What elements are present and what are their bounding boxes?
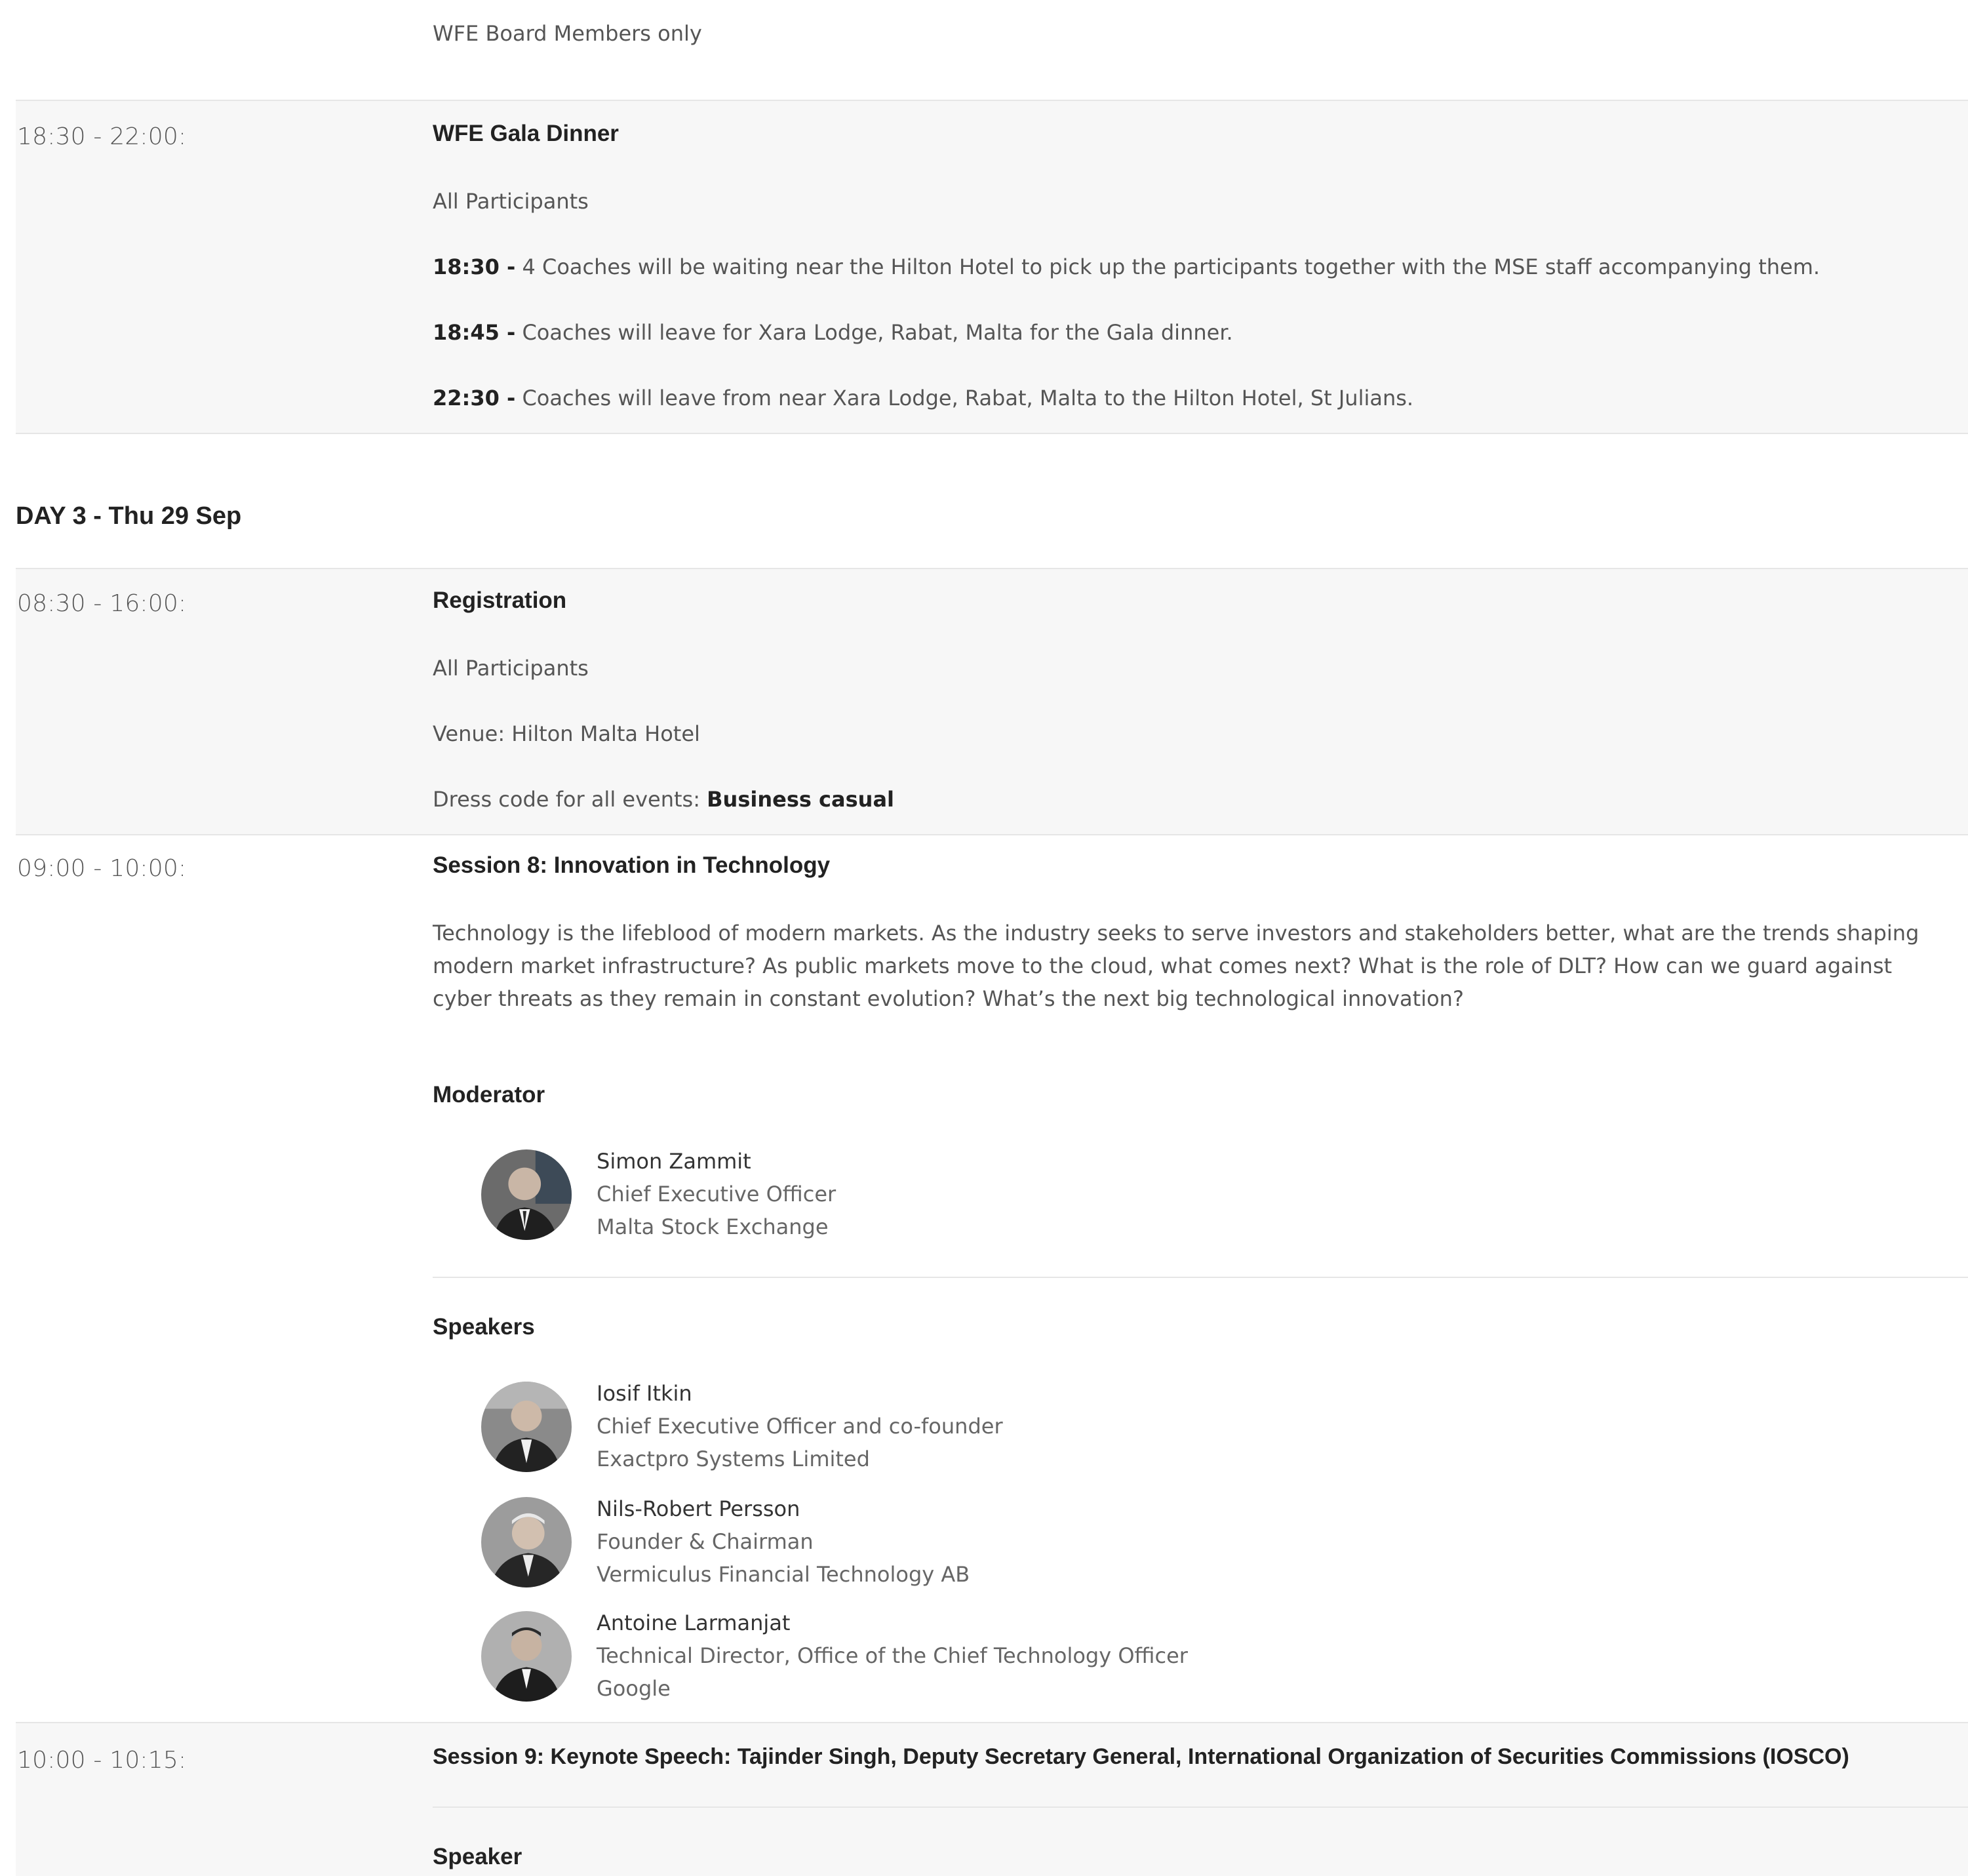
person-role: Founder & Chairman <box>597 1529 814 1554</box>
person-organization: Malta Stock Exchange <box>597 1214 829 1239</box>
moderator-label: Moderator <box>433 1082 545 1108</box>
speaker-card: Antoine Larmanjat Technical Director, Of… <box>597 1607 1188 1705</box>
avatar <box>481 1611 572 1702</box>
person-name: Antoine Larmanjat <box>597 1610 791 1635</box>
schedule-item: 18:30 - 4 Coaches will be waiting near t… <box>433 254 1820 279</box>
avatar <box>481 1497 572 1587</box>
divider <box>433 1277 1968 1278</box>
schedule-item: 18:45 - Coaches will leave for Xara Lodg… <box>433 320 1233 345</box>
person-organization: Google <box>597 1676 671 1701</box>
person-name: Simon Zammit <box>597 1149 751 1174</box>
row-title: Session 9: Keynote Speech: Tajinder Sing… <box>433 1744 1849 1769</box>
schedule-item: 22:30 - Coaches will leave from near Xar… <box>433 386 1414 410</box>
avatar <box>481 1149 572 1240</box>
speaker-label: Speaker <box>433 1844 522 1869</box>
speaker-card: Iosif Itkin Chief Executive Officer and … <box>597 1377 1003 1475</box>
top-note: WFE Board Members only <box>433 21 702 46</box>
row-venue: Venue: Hilton Malta Hotel <box>433 721 700 746</box>
divider <box>433 1806 1968 1808</box>
day-heading: DAY 3 - Thu 29 Sep <box>16 502 242 530</box>
session-description: Technology is the lifeblood of modern ma… <box>433 921 1919 1011</box>
person-role: Chief Executive Officer <box>597 1182 836 1207</box>
avatar <box>481 1382 572 1472</box>
person-organization: Vermiculus Financial Technology AB <box>597 1562 970 1587</box>
speakers-label: Speakers <box>433 1314 535 1340</box>
row-time: 10:00 - 10:15: <box>17 1747 187 1774</box>
row-title: Session 8: Innovation in Technology <box>433 852 831 878</box>
row-audience: All Participants <box>433 656 589 681</box>
row-title: WFE Gala Dinner <box>433 121 619 146</box>
person-role: Chief Executive Officer and co-founder <box>597 1414 1003 1439</box>
person-role: Technical Director, Office of the Chief … <box>597 1643 1188 1668</box>
row-time: 18:30 - 22:00: <box>17 123 187 150</box>
row-time: 09:00 - 10:00: <box>17 855 187 882</box>
moderator-card: Simon Zammit Chief Executive Officer Mal… <box>597 1145 836 1243</box>
row-time: 08:30 - 16:00: <box>17 590 187 617</box>
person-organization: Exactpro Systems Limited <box>597 1447 870 1471</box>
person-name: Nils-Robert Persson <box>597 1496 800 1521</box>
row-audience: All Participants <box>433 189 589 214</box>
speaker-card: Nils-Robert Persson Founder & Chairman V… <box>597 1492 970 1591</box>
row-title: Registration <box>433 588 567 613</box>
agenda-row-registration <box>16 568 1968 835</box>
row-dress-code: Dress code for all events: Business casu… <box>433 787 894 812</box>
person-name: Iosif Itkin <box>597 1381 692 1406</box>
